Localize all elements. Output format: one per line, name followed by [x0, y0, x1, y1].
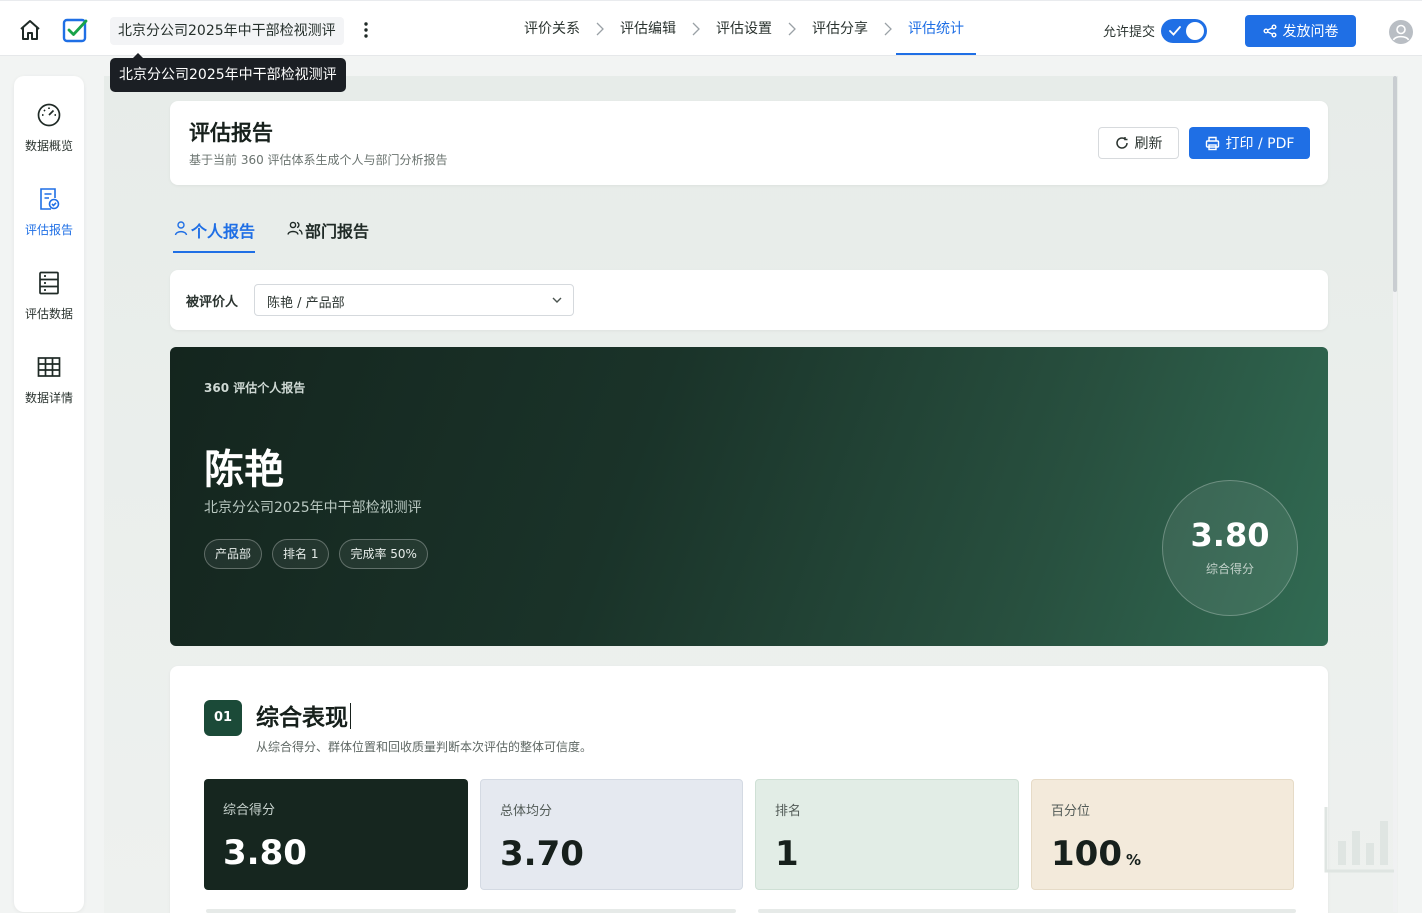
- metric-card-percentile: 百分位 100%: [1031, 779, 1294, 890]
- step-relations[interactable]: 评价关系: [512, 1, 592, 57]
- metric-label: 排名: [775, 804, 802, 819]
- metric-label: 总体均分: [500, 804, 553, 819]
- evaluatee-filter-card: 被评价人 陈艳 / 产品部: [170, 270, 1328, 330]
- hero-eyebrow: 360 评估个人报告: [204, 381, 306, 395]
- refresh-icon: [1115, 137, 1128, 149]
- sidebar-item-details[interactable]: 数据详情: [14, 354, 84, 424]
- evaluatee-selected-value: 陈艳 / 产品部: [267, 296, 345, 311]
- rank-chip: 排名 1: [272, 539, 330, 569]
- hero-chips: 产品部 排名 1 完成率 50%: [204, 539, 428, 569]
- tab-label: 部门报告: [305, 222, 370, 241]
- overall-score-value: 3.80: [1190, 516, 1270, 554]
- report-tabs: 个人报告 部门报告: [173, 210, 369, 254]
- tab-label: 个人报告: [191, 222, 256, 241]
- scrollbar-thumb[interactable]: [1393, 76, 1397, 292]
- metric-value: 3.80: [223, 833, 307, 873]
- next-row-cards-edge: [206, 909, 1296, 913]
- refresh-label: 刷新: [1134, 136, 1163, 152]
- metric-value: 100%: [1051, 834, 1142, 874]
- step-settings[interactable]: 评估设置: [704, 1, 784, 57]
- evaluatee-name: 陈艳: [204, 447, 284, 493]
- refresh-button[interactable]: 刷新: [1098, 127, 1179, 159]
- evaluatee-label: 被评价人: [186, 295, 239, 310]
- report-icon: [40, 188, 60, 210]
- person-icon: [174, 221, 188, 236]
- completion-chip: 完成率 50%: [339, 539, 428, 569]
- top-bar: 北京分公司2025年中干部检视测评 评价关系 评估编辑 评估设置 评估分享 评估…: [0, 0, 1422, 56]
- print-pdf-button[interactable]: 打印 / PDF: [1189, 127, 1310, 159]
- sidebar-item-label: 评估报告: [24, 223, 73, 237]
- avatar[interactable]: [1389, 20, 1413, 44]
- print-label: 打印 / PDF: [1225, 136, 1295, 152]
- step-edit[interactable]: 评估编辑: [608, 1, 688, 57]
- bar-chart-watermark-icon: [1324, 807, 1394, 873]
- step-share[interactable]: 评估分享: [800, 1, 880, 57]
- sidebar-item-label: 评估数据: [24, 307, 73, 321]
- metric-value: 1: [775, 834, 799, 874]
- app-logo-icon: [62, 18, 88, 43]
- grid-table-icon: [37, 357, 61, 377]
- sidebar: 数据概览 评估报告 评估数据 数据详情: [14, 76, 84, 912]
- metric-unit: %: [1125, 851, 1142, 869]
- section-number-badge: 01: [204, 700, 242, 736]
- project-name: 北京分公司2025年中干部检视测评: [204, 500, 422, 516]
- tab-department-report[interactable]: 部门报告: [287, 210, 369, 254]
- publish-questionnaire-button[interactable]: 发放问卷: [1245, 15, 1356, 47]
- more-vertical-icon[interactable]: [360, 19, 372, 41]
- page-title: 评估报告: [189, 121, 273, 145]
- home-icon[interactable]: [18, 18, 42, 42]
- metric-card-rank: 排名 1: [755, 779, 1019, 890]
- sidebar-item-label: 数据详情: [24, 391, 73, 405]
- section-subtitle: 从综合得分、群体位置和回收质量判断本次评估的整体可信度。: [256, 740, 593, 754]
- data-list-icon: [39, 271, 59, 295]
- publish-label: 发放问卷: [1282, 24, 1339, 40]
- check-icon: [1169, 26, 1181, 36]
- sidebar-item-data[interactable]: 评估数据: [14, 270, 84, 340]
- chevron-right-icon: [788, 22, 796, 36]
- title-tooltip: 北京分公司2025年中干部检视测评: [110, 53, 346, 92]
- sidebar-item-label: 数据概览: [24, 139, 73, 153]
- allow-submit-label: 允许提交: [1103, 25, 1156, 40]
- overall-score-caption: 综合得分: [1205, 562, 1254, 576]
- personal-report-hero: 360 评估个人报告 陈艳 北京分公司2025年中干部检视测评 产品部 排名 1…: [170, 347, 1328, 646]
- report-header-card: 评估报告 基于当前 360 评估体系生成个人与部门分析报告 刷新 打印 / PD…: [170, 101, 1328, 185]
- overall-performance-section: 01 综合表现 从综合得分、群体位置和回收质量判断本次评估的整体可信度。 综合得…: [170, 666, 1328, 913]
- chevron-right-icon: [596, 22, 604, 36]
- sidebar-item-overview[interactable]: 数据概览: [14, 102, 84, 172]
- section-title: 综合表现: [256, 698, 351, 732]
- page-subtitle: 基于当前 360 评估体系生成个人与部门分析报告: [189, 153, 448, 167]
- toggle-knob: [1186, 22, 1204, 40]
- sidebar-item-report[interactable]: 评估报告: [14, 186, 84, 256]
- gauge-icon: [37, 103, 61, 127]
- step-statistics[interactable]: 评估统计: [896, 1, 976, 57]
- metric-card-overall-score: 综合得分 3.80: [204, 779, 468, 890]
- document-title[interactable]: 北京分公司2025年中干部检视测评: [110, 17, 344, 45]
- metric-card-average: 总体均分 3.70: [480, 779, 743, 890]
- allow-submit-toggle[interactable]: [1161, 19, 1207, 43]
- chevron-right-icon: [884, 22, 892, 36]
- evaluatee-select[interactable]: 陈艳 / 产品部: [254, 284, 574, 316]
- share-icon: [1263, 24, 1276, 38]
- chevron-down-icon: [552, 297, 562, 303]
- group-icon: [287, 221, 303, 235]
- overall-score-ring: 3.80 综合得分: [1162, 480, 1298, 616]
- user-icon: [1392, 24, 1410, 41]
- chevron-right-icon: [692, 22, 700, 36]
- metric-value: 3.70: [500, 834, 584, 874]
- tab-personal-report[interactable]: 个人报告: [173, 210, 256, 254]
- metric-label: 综合得分: [223, 803, 276, 818]
- printer-icon: [1205, 136, 1219, 150]
- metric-label: 百分位: [1051, 804, 1091, 819]
- department-chip: 产品部: [204, 539, 263, 569]
- step-navigation: 评价关系 评估编辑 评估设置 评估分享 评估统计: [512, 1, 976, 57]
